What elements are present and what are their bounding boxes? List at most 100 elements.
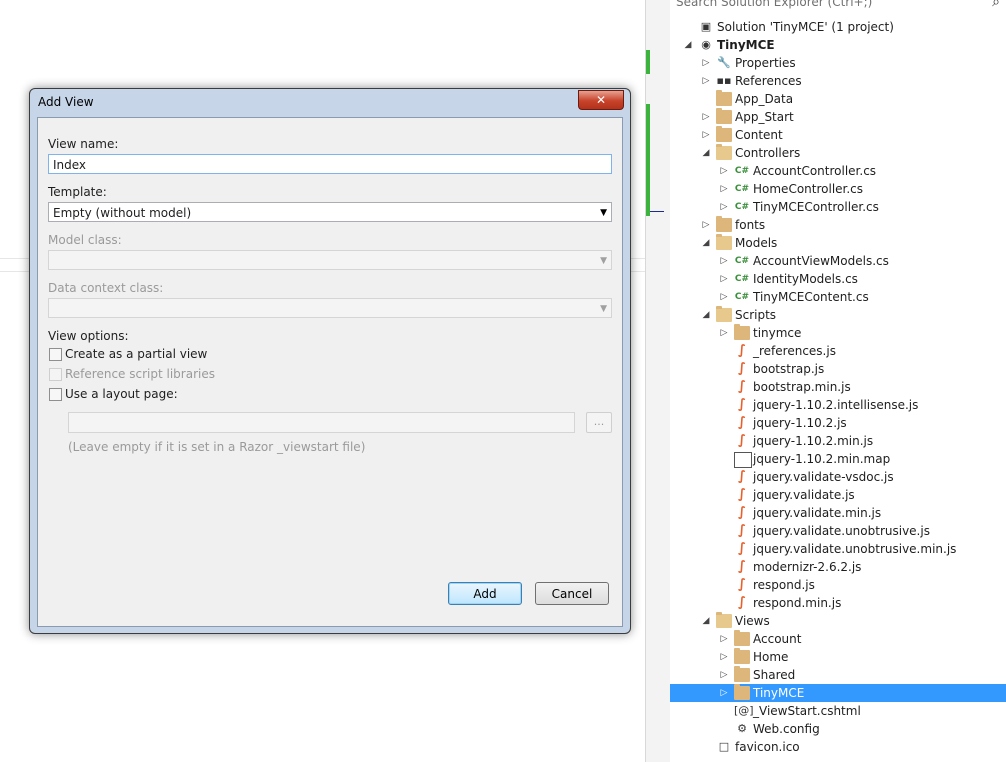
tree-item[interactable]: ∫ respond.min.js [670, 594, 1006, 612]
layout-path-input[interactable] [68, 412, 575, 433]
collapsed-arrow-icon[interactable]: ▷ [701, 126, 711, 144]
partial-view-checkbox[interactable] [49, 348, 62, 361]
tree-item[interactable]: ▷ C# AccountViewModels.cs [670, 252, 1006, 270]
tree-item[interactable]: ◢ Scripts [670, 306, 1006, 324]
tree-item[interactable]: jquery-1.10.2.min.map [670, 450, 1006, 468]
tree-item[interactable]: ▷ C# AccountController.cs [670, 162, 1006, 180]
dropdown-arrow-icon[interactable]: ▼ [600, 251, 607, 271]
collapsed-arrow-icon[interactable]: ▷ [701, 54, 711, 72]
tree-item[interactable]: ∫ bootstrap.min.js [670, 378, 1006, 396]
collapsed-arrow-icon[interactable]: ▷ [719, 162, 729, 180]
model-class-combobox[interactable]: ▼ [48, 250, 612, 270]
tree-item-label: jquery.validate.unobtrusive.js [753, 524, 930, 538]
tree-item[interactable]: ▷ App_Start [670, 108, 1006, 126]
expanded-arrow-icon[interactable]: ◢ [683, 36, 693, 54]
change-marker [646, 50, 650, 74]
tree-item[interactable]: ∫ jquery.validate.min.js [670, 504, 1006, 522]
collapsed-arrow-icon[interactable]: ▷ [701, 216, 711, 234]
tree-item[interactable]: ◢ Models [670, 234, 1006, 252]
tree-item[interactable]: □ favicon.ico [670, 738, 1006, 756]
solution-explorer-search[interactable]: Search Solution Explorer (Ctrl+;) ⌕ [670, 0, 1006, 12]
tree-item[interactable]: ⚙ Web.config [670, 720, 1006, 738]
tree-item[interactable]: ∫ modernizr-2.6.2.js [670, 558, 1006, 576]
tree-item[interactable]: ▷ fonts [670, 216, 1006, 234]
collapsed-arrow-icon[interactable]: ▷ [719, 630, 729, 648]
tree-item[interactable]: ▷ ▪▪ References [670, 72, 1006, 90]
tree-item[interactable]: ▷ tinymce [670, 324, 1006, 342]
collapsed-arrow-icon[interactable]: ▷ [719, 270, 729, 288]
collapsed-arrow-icon[interactable]: ▷ [719, 252, 729, 270]
dropdown-arrow-icon[interactable]: ▼ [600, 203, 607, 223]
cancel-button[interactable]: Cancel [535, 582, 609, 605]
tree-item[interactable]: ◢ Controllers [670, 144, 1006, 162]
folder-icon [734, 666, 750, 682]
tree-item[interactable]: ▷ Content [670, 126, 1006, 144]
data-context-combobox[interactable]: ▼ [48, 298, 612, 318]
csharp-file-icon: C# [734, 184, 750, 194]
folder-icon [716, 90, 732, 106]
expanded-arrow-icon[interactable]: ◢ [701, 234, 711, 252]
folder-icon [734, 684, 750, 700]
csharp-file-icon: C# [734, 166, 750, 176]
collapsed-arrow-icon[interactable]: ▷ [719, 180, 729, 198]
add-button[interactable]: Add [448, 582, 522, 605]
view-name-input[interactable]: Index [48, 154, 612, 174]
reference-scripts-checkbox[interactable] [49, 368, 62, 381]
expanded-arrow-icon[interactable]: ◢ [701, 144, 711, 162]
tree-item[interactable]: ◢ ◉ TinyMCE [670, 36, 1006, 54]
expanded-arrow-icon[interactable]: ◢ [701, 306, 711, 324]
tree-item[interactable]: ∫ jquery.validate-vsdoc.js [670, 468, 1006, 486]
tree-item[interactable]: ▷ TinyMCE [670, 684, 1006, 702]
wrench-icon: 🔧 [717, 56, 731, 69]
tree-item[interactable]: ▷ C# HomeController.cs [670, 180, 1006, 198]
tree-item-label: Solution 'TinyMCE' (1 project) [717, 20, 894, 34]
tree-item-label: IdentityModels.cs [753, 272, 858, 286]
collapsed-arrow-icon[interactable]: ▷ [719, 288, 729, 306]
tree-item-label: respond.min.js [753, 596, 842, 610]
collapsed-arrow-icon[interactable]: ▷ [719, 684, 729, 702]
tree-item[interactable]: ∫ bootstrap.js [670, 360, 1006, 378]
partial-view-label[interactable]: Create as a partial view [65, 347, 207, 361]
dropdown-arrow-icon[interactable]: ▼ [600, 299, 607, 319]
template-combobox[interactable]: Empty (without model) ▼ [48, 202, 612, 222]
tree-item[interactable]: ∫ jquery.validate.js [670, 486, 1006, 504]
browse-button[interactable]: ... [586, 412, 612, 433]
search-icon[interactable]: ⌕ [992, 0, 1000, 10]
tree-item-label: Properties [735, 56, 796, 70]
tree-item-label: jquery-1.10.2.min.map [753, 452, 891, 466]
tree-item[interactable]: App_Data [670, 90, 1006, 108]
tree-item[interactable]: ◢ Views [670, 612, 1006, 630]
tree-item[interactable]: ▷ Home [670, 648, 1006, 666]
collapsed-arrow-icon[interactable]: ▷ [719, 324, 729, 342]
tree-item[interactable]: [@] _ViewStart.cshtml [670, 702, 1006, 720]
collapsed-arrow-icon[interactable]: ▷ [719, 198, 729, 216]
tree-item[interactable]: ▷ C# TinyMCEController.cs [670, 198, 1006, 216]
collapsed-arrow-icon[interactable]: ▷ [719, 648, 729, 666]
collapsed-arrow-icon[interactable]: ▷ [701, 72, 711, 90]
layout-page-checkbox[interactable] [49, 388, 62, 401]
tree-item[interactable]: ∫ jquery.validate.unobtrusive.js [670, 522, 1006, 540]
collapsed-arrow-icon[interactable]: ▷ [719, 666, 729, 684]
tree-item[interactable]: ∫ jquery-1.10.2.js [670, 414, 1006, 432]
tree-item[interactable]: ▷ Account [670, 630, 1006, 648]
collapsed-arrow-icon[interactable]: ▷ [701, 108, 711, 126]
tree-item-label: TinyMCEContent.cs [753, 290, 869, 304]
js-file-icon: ∫ [738, 379, 746, 394]
tree-item-label: Controllers [735, 146, 801, 160]
tree-item[interactable]: ∫ jquery-1.10.2.min.js [670, 432, 1006, 450]
tree-item[interactable]: ▷ C# TinyMCEContent.cs [670, 288, 1006, 306]
tree-item[interactable]: ▷ 🔧 Properties [670, 54, 1006, 72]
expanded-arrow-icon[interactable]: ◢ [701, 612, 711, 630]
tree-item[interactable]: ∫ respond.js [670, 576, 1006, 594]
close-button[interactable]: ✕ [578, 90, 624, 110]
template-value: Empty (without model) [53, 206, 192, 220]
layout-page-label[interactable]: Use a layout page: [65, 387, 178, 401]
tree-item[interactable]: ∫ jquery-1.10.2.intellisense.js [670, 396, 1006, 414]
search-input[interactable]: Search Solution Explorer (Ctrl+;) [676, 0, 872, 9]
tree-item[interactable]: ▷ Shared [670, 666, 1006, 684]
reference-scripts-label: Reference script libraries [65, 367, 215, 381]
tree-item[interactable]: ∫ _references.js [670, 342, 1006, 360]
tree-item[interactable]: ▷ C# IdentityModels.cs [670, 270, 1006, 288]
tree-item[interactable]: ∫ jquery.validate.unobtrusive.min.js [670, 540, 1006, 558]
tree-item[interactable]: ▣ Solution 'TinyMCE' (1 project) [670, 18, 1006, 36]
